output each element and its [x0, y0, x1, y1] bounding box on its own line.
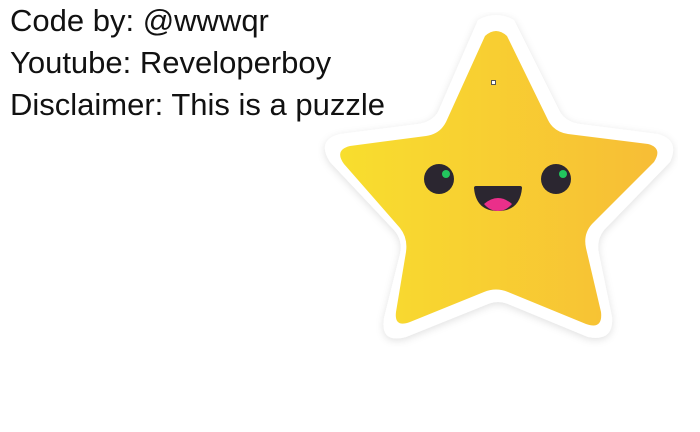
credit-disclaimer: Disclaimer: This is a puzzle — [10, 87, 385, 122]
credit-code-by: Code by: @wwwqr — [10, 3, 269, 38]
right-eye — [541, 164, 571, 194]
puzzle-canvas: Code by: @wwwqr Youtube: Reveloperboy Di… — [0, 0, 700, 432]
star-body — [340, 31, 658, 326]
credit-youtube: Youtube: Reveloperboy — [10, 45, 332, 80]
credits-block: Code by: @wwwqr Youtube: Reveloperboy Di… — [10, 0, 385, 126]
tiny-handle-marker[interactable] — [491, 80, 496, 85]
left-eye — [424, 164, 454, 194]
